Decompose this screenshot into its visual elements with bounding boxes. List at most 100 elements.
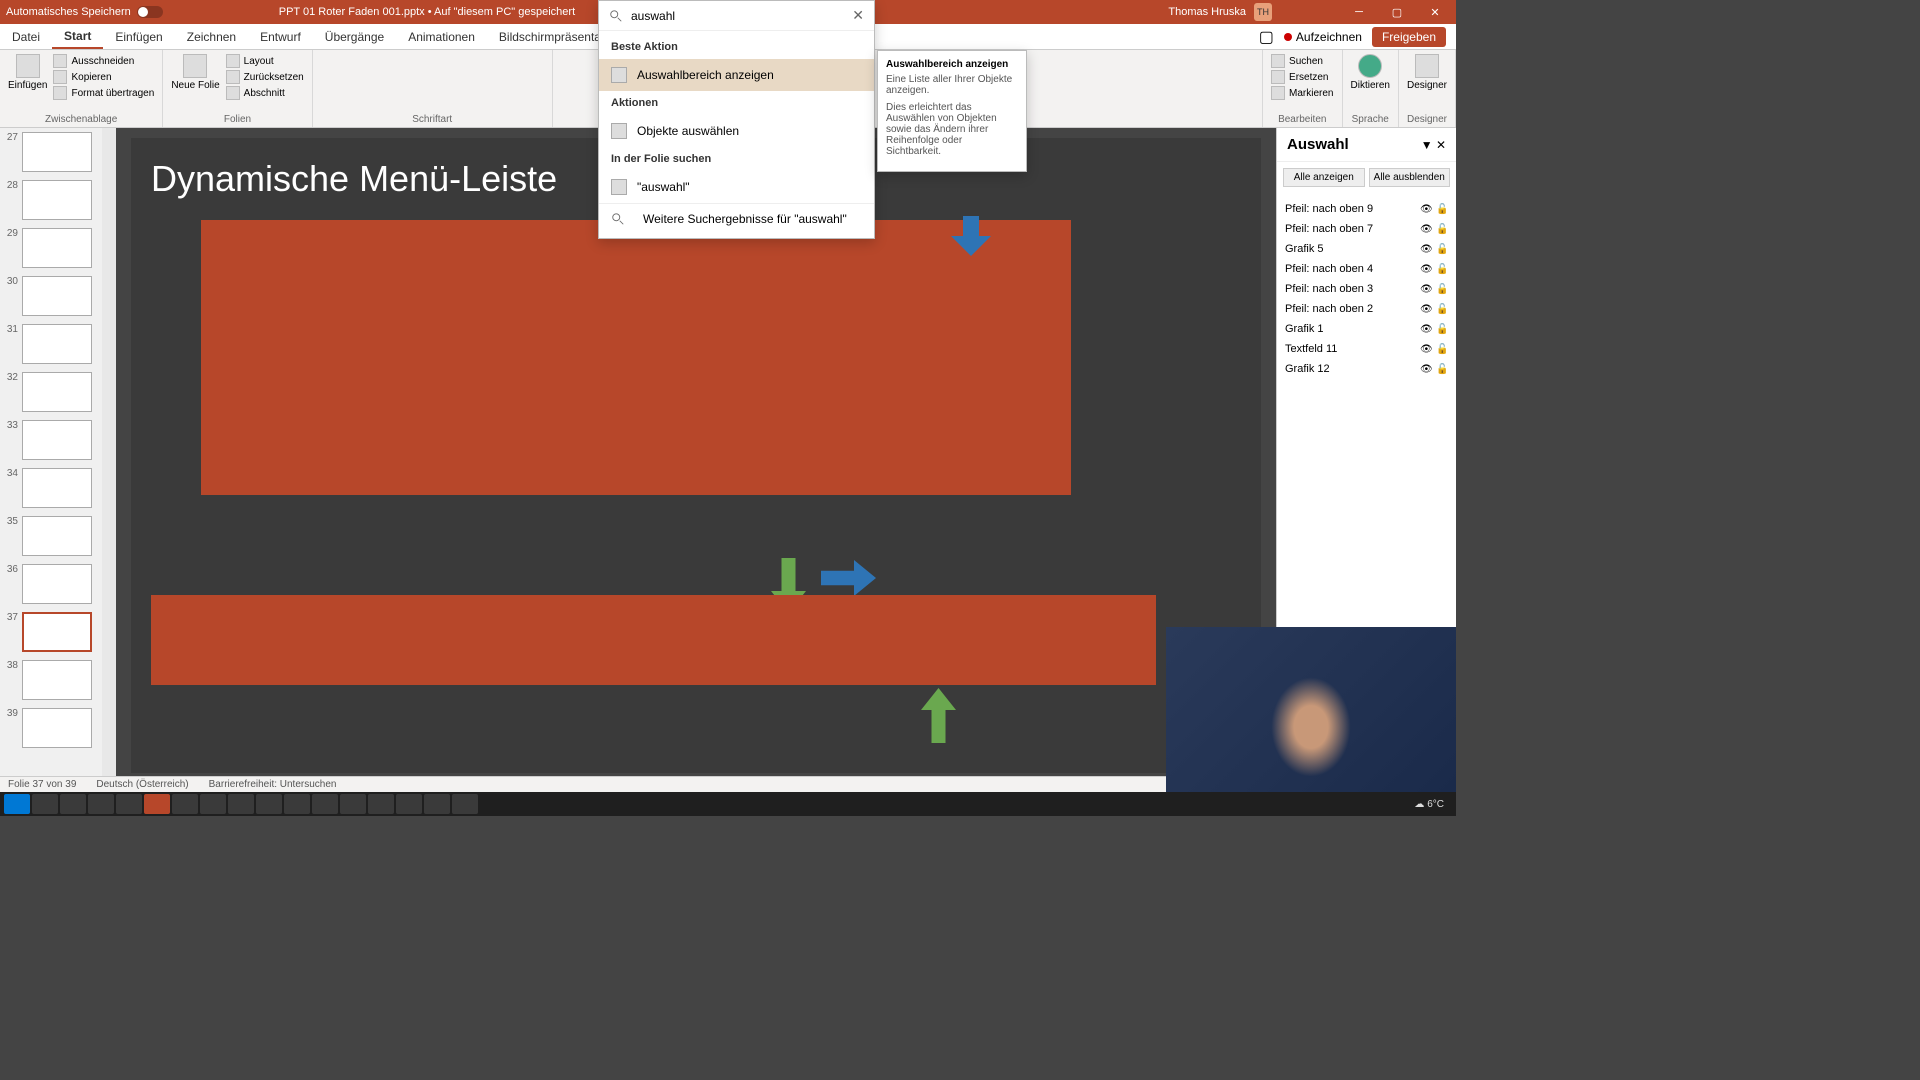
thumbnail-27[interactable]: 27 — [0, 128, 116, 176]
cut-button[interactable]: Ausschneiden — [53, 54, 154, 68]
search-result-best[interactable]: Auswahlbereich anzeigen — [599, 59, 874, 91]
copy-button[interactable]: Kopieren — [53, 70, 154, 84]
selection-item[interactable]: Pfeil: nach oben 7 — [1283, 219, 1450, 239]
lock-icon[interactable] — [1436, 263, 1448, 275]
maximize-button[interactable]: ▢ — [1382, 6, 1412, 19]
app-icon[interactable] — [256, 794, 282, 814]
lock-icon[interactable] — [1436, 323, 1448, 335]
weather-widget[interactable]: ☁ 6°C — [1414, 799, 1444, 810]
paste-button[interactable]: Einfügen — [8, 54, 47, 114]
app-icon[interactable] — [396, 794, 422, 814]
tab-datei[interactable]: Datei — [0, 24, 52, 49]
tab-ubergange[interactable]: Übergänge — [313, 24, 396, 49]
tab-animationen[interactable]: Animationen — [396, 24, 487, 49]
search-result-action[interactable]: Objekte auswählen — [599, 115, 874, 147]
app-icon[interactable] — [368, 794, 394, 814]
tab-einfugen[interactable]: Einfügen — [103, 24, 174, 49]
undo-icon[interactable] — [191, 4, 207, 20]
link-icon[interactable] — [1316, 4, 1332, 20]
lock-icon[interactable] — [1436, 343, 1448, 355]
visibility-icon[interactable] — [1420, 323, 1432, 335]
selection-item[interactable]: Pfeil: nach oben 3 — [1283, 279, 1450, 299]
lock-icon[interactable] — [1436, 303, 1448, 315]
show-all-button[interactable]: Alle anzeigen — [1283, 168, 1365, 187]
user-avatar[interactable]: TH — [1254, 3, 1272, 21]
visibility-icon[interactable] — [1420, 263, 1432, 275]
slideshow-icon[interactable] — [239, 4, 255, 20]
thumbnail-30[interactable]: 30 — [0, 272, 116, 320]
powerpoint-icon[interactable] — [144, 794, 170, 814]
thumbnail-28[interactable]: 28 — [0, 176, 116, 224]
app-icon[interactable] — [228, 794, 254, 814]
visibility-icon[interactable] — [1420, 363, 1432, 375]
thumbnail-35[interactable]: 35 — [0, 512, 116, 560]
thumbnail-31[interactable]: 31 — [0, 320, 116, 368]
hide-all-button[interactable]: Alle ausblenden — [1369, 168, 1451, 187]
search-result-more[interactable]: Weitere Suchergebnisse für "auswahl" — [599, 203, 874, 234]
comment-icon[interactable]: ▢ — [1259, 27, 1274, 47]
visibility-icon[interactable] — [1420, 303, 1432, 315]
selection-pane-close[interactable]: ▼ ✕ — [1421, 138, 1446, 152]
save-icon[interactable] — [167, 4, 183, 20]
format-painter-button[interactable]: Format übertragen — [53, 86, 154, 100]
selection-item[interactable]: Grafik 1 — [1283, 319, 1450, 339]
search-close-button[interactable]: ✕ — [852, 7, 864, 24]
selection-item[interactable]: Pfeil: nach oben 4 — [1283, 259, 1450, 279]
selection-item[interactable]: Grafik 5 — [1283, 239, 1450, 259]
thumbnail-36[interactable]: 36 — [0, 560, 116, 608]
toggle-switch[interactable] — [137, 6, 163, 18]
reset-button[interactable]: Zurücksetzen — [226, 70, 304, 84]
selection-item[interactable]: Textfeld 11 — [1283, 339, 1450, 359]
onenote-icon[interactable] — [284, 794, 310, 814]
visibility-icon[interactable] — [1420, 223, 1432, 235]
thumbnail-32[interactable]: 32 — [0, 368, 116, 416]
cloud-icon[interactable] — [1284, 4, 1300, 20]
replace-button[interactable]: Ersetzen — [1271, 70, 1333, 84]
chrome-icon[interactable] — [88, 794, 114, 814]
selection-item[interactable]: Pfeil: nach oben 9 — [1283, 199, 1450, 219]
explorer-icon[interactable] — [32, 794, 58, 814]
select-button[interactable]: Markieren — [1271, 86, 1333, 100]
share-button[interactable]: Freigeben — [1372, 27, 1446, 47]
app-icon[interactable] — [200, 794, 226, 814]
record-button[interactable]: Aufzeichnen — [1284, 30, 1362, 44]
thumbnail-39[interactable]: 39 — [0, 704, 116, 752]
lock-icon[interactable] — [1436, 283, 1448, 295]
section-button[interactable]: Abschnitt — [226, 86, 304, 100]
app-icon[interactable] — [312, 794, 338, 814]
visibility-icon[interactable] — [1420, 203, 1432, 215]
thumbnail-29[interactable]: 29 — [0, 224, 116, 272]
language-status[interactable]: Deutsch (Österreich) — [96, 779, 188, 790]
thumbnail-34[interactable]: 34 — [0, 464, 116, 512]
layout-button[interactable]: Layout — [226, 54, 304, 68]
new-slide-button[interactable]: Neue Folie — [171, 54, 219, 114]
autosave-toggle[interactable]: Automatisches Speichern — [6, 6, 163, 18]
close-button[interactable]: ✕ — [1420, 6, 1450, 19]
minimize-button[interactable]: ─ — [1344, 6, 1374, 18]
find-button[interactable]: Suchen — [1271, 54, 1333, 68]
selection-item[interactable]: Grafik 12 — [1283, 359, 1450, 379]
designer-button[interactable]: Designer — [1407, 54, 1447, 114]
search-result-slide[interactable]: "auswahl" — [599, 171, 874, 203]
tab-zeichnen[interactable]: Zeichnen — [175, 24, 248, 49]
firefox-icon[interactable] — [60, 794, 86, 814]
dictate-button[interactable]: Diktieren — [1351, 54, 1390, 114]
outlook-icon[interactable] — [116, 794, 142, 814]
tab-entwurf[interactable]: Entwurf — [248, 24, 313, 49]
visibility-icon[interactable] — [1420, 343, 1432, 355]
thumbnail-scrollbar[interactable] — [102, 128, 116, 776]
thumbnail-33[interactable]: 33 — [0, 416, 116, 464]
start-button[interactable] — [4, 794, 30, 814]
lock-icon[interactable] — [1436, 363, 1448, 375]
redo-icon[interactable] — [215, 4, 231, 20]
lock-icon[interactable] — [1436, 243, 1448, 255]
search-input[interactable] — [631, 9, 852, 23]
app-icon[interactable] — [172, 794, 198, 814]
app-icon[interactable] — [424, 794, 450, 814]
lock-icon[interactable] — [1436, 223, 1448, 235]
thumbnail-38[interactable]: 38 — [0, 656, 116, 704]
app-icon[interactable] — [452, 794, 478, 814]
app-icon[interactable] — [340, 794, 366, 814]
visibility-icon[interactable] — [1420, 283, 1432, 295]
accessibility-status[interactable]: Barrierefreiheit: Untersuchen — [209, 779, 337, 790]
